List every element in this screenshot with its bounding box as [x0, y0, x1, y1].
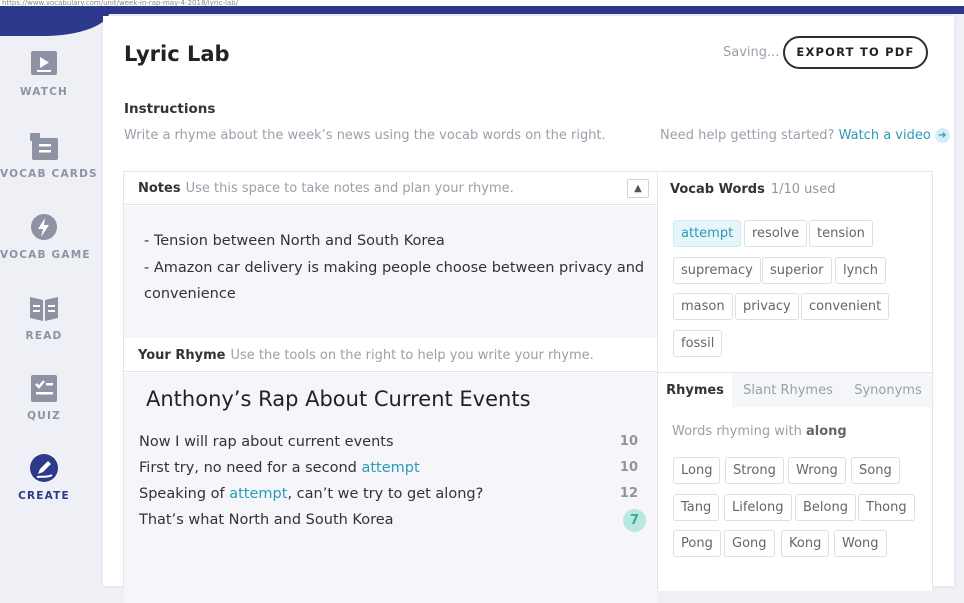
rhyme-chip[interactable]: Strong [725, 457, 784, 484]
main-panel: Lyric Lab Saving... EXPORT TO PDF Instru… [103, 16, 954, 603]
chevron-up-icon: ▲ [634, 183, 642, 194]
book-icon [30, 297, 58, 321]
rhyme-chip[interactable]: Long [673, 457, 721, 484]
line-text: Now I will rap about current events [139, 434, 394, 450]
sidebar-item-create[interactable]: CREATE [0, 454, 88, 502]
lightning-icon [31, 214, 57, 240]
pencil-icon [30, 454, 58, 482]
rhyme-chip[interactable]: Kong [781, 530, 830, 557]
syllable-count: 10 [619, 434, 638, 449]
syllable-count-badge: 7 [623, 509, 646, 532]
vocab-chip[interactable]: superior [762, 257, 832, 284]
tab-slant-rhymes[interactable]: Slant Rhymes [732, 373, 844, 408]
sidebar-item-read[interactable]: READ [0, 294, 88, 342]
sidebar-item-vocab-game[interactable]: VOCAB GAME [0, 213, 91, 261]
notes-textarea[interactable]: - Tension between North and South Korea … [124, 206, 657, 338]
sidebar-item-vocab-cards[interactable]: VOCAB CARDS [0, 132, 98, 180]
line-text: Speaking of [139, 486, 230, 502]
rhyme-chip[interactable]: Lifelong [724, 494, 792, 521]
rhyming-prefix: Words rhyming with [672, 424, 802, 439]
rhyming-with-label: Words rhyming with along [672, 424, 847, 439]
vocab-header: Vocab Words 1/10 used [670, 182, 835, 197]
rhyme-editor[interactable]: Anthony’s Rap About Current Events Now I… [124, 373, 657, 603]
notes-header: Notes Use this space to take notes and pl… [124, 172, 657, 205]
rhyme-chip[interactable]: Gong [724, 530, 775, 557]
rhyme-chip[interactable]: Belong [795, 494, 856, 521]
rhyme-chip[interactable]: Pong [673, 530, 721, 557]
help-prompt: Need help getting started? Watch a video… [660, 128, 950, 143]
tab-synonyms[interactable]: Synonyms [844, 373, 932, 408]
cards-icon [30, 133, 58, 160]
rhyme-tabs: Rhymes Slant Rhymes Synonyms [658, 372, 932, 408]
saving-status: Saving... [723, 45, 780, 60]
vocab-chip[interactable]: convenient [801, 293, 890, 320]
collapse-notes-button[interactable]: ▲ [627, 179, 649, 198]
tools-column: Vocab Words 1/10 used attempt resolve ten… [657, 171, 933, 591]
vocab-chip[interactable]: tension [809, 220, 873, 247]
sidebar-item-label: VOCAB CARDS [0, 168, 98, 180]
rhyme-label: Your Rhyme [138, 348, 226, 363]
vocab-chip[interactable]: resolve [744, 220, 808, 247]
editor-column: Notes Use this space to take notes and pl… [123, 171, 658, 603]
page-title: Lyric Lab [124, 42, 230, 66]
help-text: Need help getting started? [660, 128, 835, 143]
rhyme-hint: Use the tools on the right to help you w… [230, 348, 594, 363]
play-icon [31, 51, 57, 75]
rhyme-title[interactable]: Anthony’s Rap About Current Events [146, 387, 531, 411]
line-text: , can’t we try to get along? [287, 486, 484, 502]
sidebar-item-quiz[interactable]: QUIZ [0, 374, 88, 422]
rhyme-chip[interactable]: Tang [673, 494, 720, 521]
notes-line: - Amazon car delivery is making people c… [144, 259, 645, 276]
top-band [0, 6, 964, 14]
line-text: That’s what North and South Korea [139, 512, 394, 528]
vocab-chip[interactable]: supremacy [673, 257, 761, 284]
sidebar-item-watch[interactable]: WATCH [0, 50, 88, 98]
sidebar-item-label: CREATE [18, 490, 70, 502]
syllable-count: 10 [619, 460, 638, 475]
rhyme-chip[interactable]: Thong [858, 494, 915, 521]
notes-hint: Use this space to take notes and plan yo… [185, 181, 514, 196]
notes-line: - Tension between North and South Korea [144, 233, 445, 249]
vocab-word-highlight: attempt [229, 486, 288, 502]
rhyme-chip[interactable]: Song [851, 457, 900, 484]
notes-line: convenience [144, 286, 236, 302]
sidebar-item-label: VOCAB GAME [0, 249, 91, 261]
rhyme-target-word: along [806, 424, 847, 439]
sidebar-item-label: WATCH [19, 86, 69, 98]
vocab-chip[interactable]: privacy [735, 293, 799, 320]
checklist-icon [31, 375, 57, 402]
vocab-label: Vocab Words [670, 182, 765, 197]
vocab-word-highlight: attempt [361, 460, 420, 476]
rhyme-chip[interactable]: Wrong [788, 457, 846, 484]
vocab-chip[interactable]: mason [673, 293, 733, 320]
rhyme-line[interactable]: Speaking of attempt, can’t we try to get… [139, 486, 644, 502]
tab-rhymes[interactable]: Rhymes [658, 373, 732, 408]
notes-label: Notes [138, 181, 181, 196]
line-text: First try, no need for a second [139, 460, 362, 476]
vocab-chip[interactable]: lynch [835, 257, 886, 284]
rhyme-line[interactable]: That’s what North and South Korea 7 [139, 509, 646, 532]
sidebar: WATCH VOCAB CARDS VOCAB GAME READ QUIZ C… [0, 14, 98, 575]
watch-video-link[interactable]: Watch a video [839, 128, 931, 143]
sidebar-item-label: READ [25, 330, 63, 342]
rhyme-header: Your Rhyme Use the tools on the right to … [124, 339, 657, 372]
rhyme-line[interactable]: Now I will rap about current events 10 [139, 434, 644, 450]
instructions-heading: Instructions [124, 101, 216, 117]
rhyme-chip[interactable]: Wong [834, 530, 887, 557]
rhyme-line[interactable]: First try, no need for a second attempt 1… [139, 460, 644, 476]
vocab-chip[interactable]: attempt [673, 220, 742, 247]
arrow-right-icon[interactable]: ➜ [934, 128, 950, 143]
syllable-count: 12 [619, 486, 638, 501]
instructions-text: Write a rhyme about the week’s news usin… [124, 128, 606, 143]
export-to-pdf-button[interactable]: EXPORT TO PDF [783, 36, 928, 69]
sidebar-item-label: QUIZ [27, 410, 61, 422]
vocab-used-count: 1/10 used [770, 182, 836, 197]
vocab-chip[interactable]: fossil [673, 330, 723, 357]
